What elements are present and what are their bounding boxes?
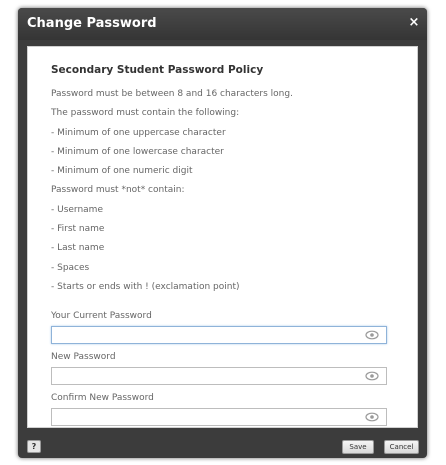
dialog-title: Change Password [27, 16, 157, 31]
policy-rule: - First name [51, 224, 105, 235]
help-button[interactable]: ? [27, 440, 41, 453]
eye-icon[interactable] [365, 412, 379, 422]
confirm-password-field[interactable] [51, 408, 387, 426]
dialog-titlebar[interactable]: Change Password × [18, 8, 427, 40]
current-password-input[interactable] [52, 327, 370, 343]
new-password-field[interactable] [51, 367, 387, 385]
policy-rule: The password must contain the following: [51, 108, 240, 119]
cancel-button[interactable]: Cancel [384, 440, 419, 454]
current-password-label: Your Current Password [51, 311, 152, 321]
policy-rule: Password must *not* contain: [51, 185, 185, 196]
dialog-footer: ? Save Cancel [18, 436, 427, 458]
policy-rule: - Starts or ends with ! (exclamation poi… [51, 281, 240, 292]
dialog-content: Secondary Student Password Policy Passwo… [27, 46, 418, 428]
policy-rule: - Minimum of one lowercase character [51, 146, 224, 157]
close-icon[interactable]: × [407, 15, 421, 31]
policy-rule: Password must be between 8 and 16 charac… [51, 89, 293, 99]
policy-rule: - Minimum of one uppercase character [51, 127, 226, 138]
current-password-field[interactable] [51, 326, 387, 344]
save-button[interactable]: Save [342, 440, 374, 454]
change-password-dialog: Change Password × Secondary Student Pass… [18, 8, 427, 458]
confirm-password-label: Confirm New Password [51, 393, 154, 403]
policy-heading: Secondary Student Password Policy [51, 64, 264, 76]
confirm-password-input[interactable] [52, 409, 370, 425]
new-password-label: New Password [51, 352, 116, 362]
policy-rule: - Last name [51, 243, 105, 254]
eye-icon[interactable] [365, 330, 379, 340]
policy-rule: - Minimum of one numeric digit [51, 166, 193, 177]
eye-icon[interactable] [365, 371, 379, 381]
policy-rule: - Spaces [51, 262, 90, 273]
new-password-input[interactable] [52, 368, 370, 384]
policy-rules-list: Password must be between 8 and 16 charac… [51, 85, 401, 297]
policy-rule: - Username [51, 204, 103, 215]
